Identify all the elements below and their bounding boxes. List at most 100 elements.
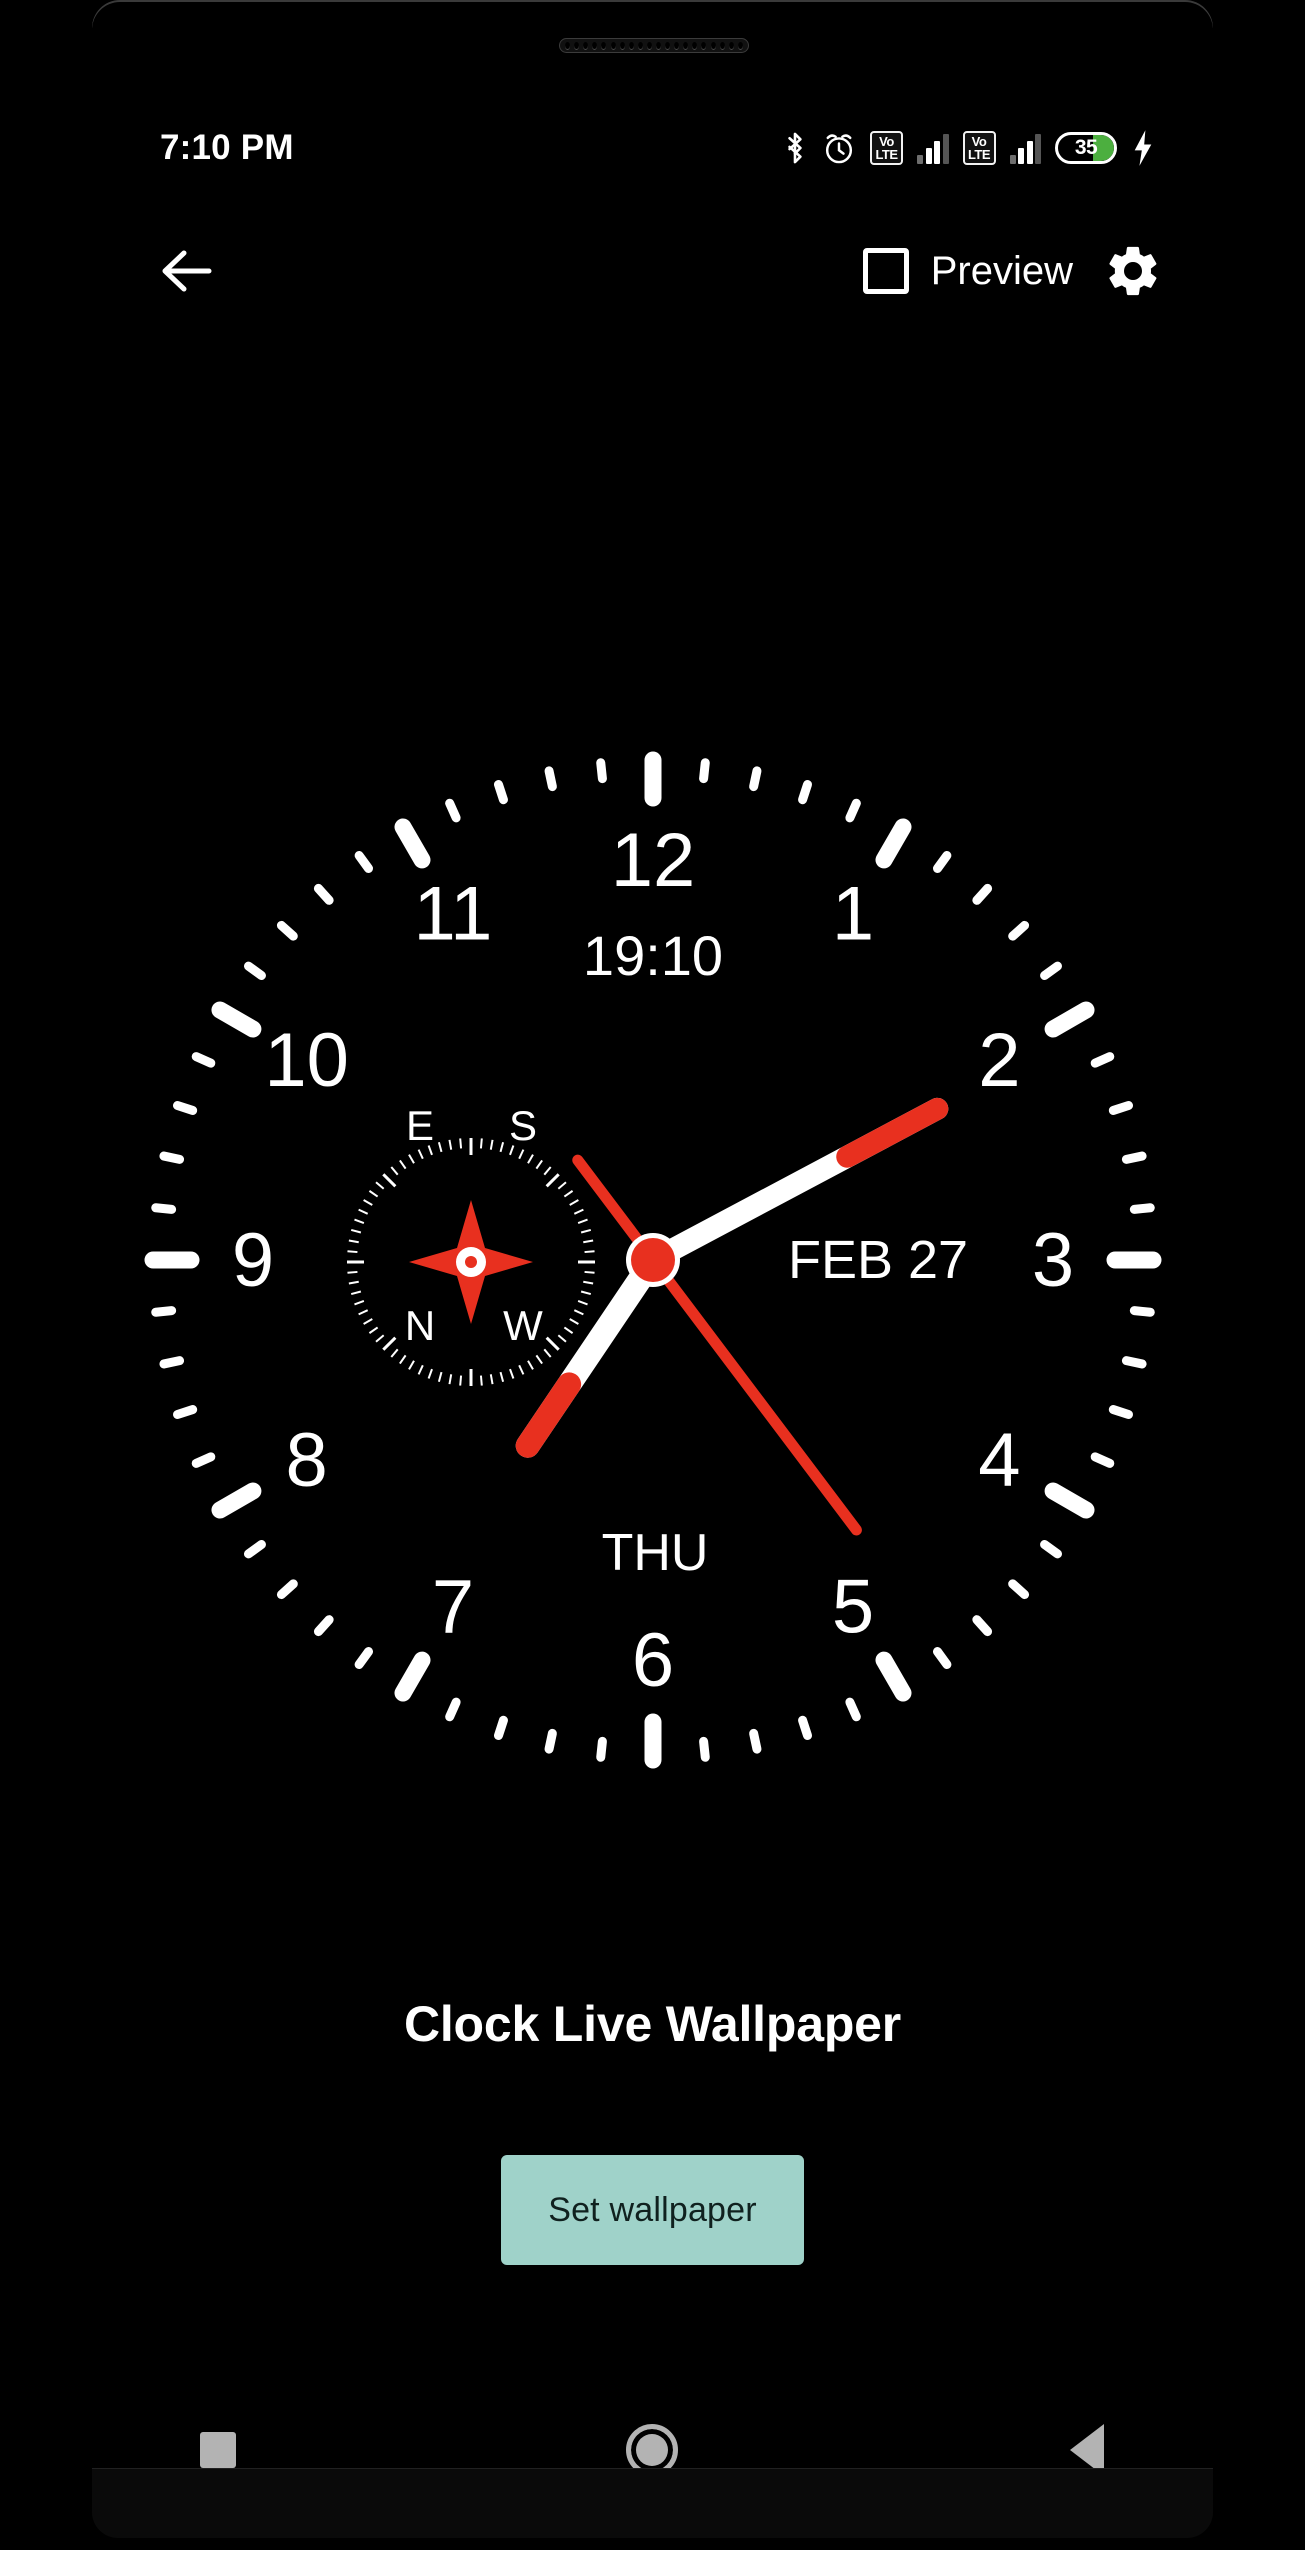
minute-tick [971,883,992,905]
minute-tick [1129,1203,1155,1214]
hour-numeral: 11 [413,872,492,957]
square-recents-icon [199,2432,236,2468]
compass-tick [417,1149,424,1160]
page-title: Clock Live Wallpaper [403,1996,902,2052]
minute-tick [1108,1405,1133,1420]
minute-tick [844,1697,861,1722]
compass-tick [362,1318,373,1325]
minute-tick [493,779,508,805]
hour-numeral: 6 [631,1618,673,1703]
device-top-bezel [92,0,1213,28]
compass-tick [353,1300,364,1306]
volte-icon-sim2: Vo LTE [962,131,996,165]
center-hub [630,1238,675,1282]
compass-tick [398,1159,406,1170]
device-bottom-bezel [92,2468,1213,2538]
minute-tick [191,1052,215,1068]
hour-tick [1044,1482,1095,1519]
phone-frame: 7:10 PM Vo LTE Vo LTE 35 Preview 12 1 2 … [0,0,1305,2550]
compass-tick [381,1336,396,1351]
compass-tick [390,1348,398,1358]
compass-tick [580,1228,591,1234]
arrow-left-icon [162,250,212,292]
preview-checkbox[interactable] [862,248,909,294]
compass-subdial: E S N W [346,1102,595,1386]
gear-icon [1109,246,1157,296]
compass-tick [437,1141,442,1153]
compass-tick [458,1375,462,1386]
compass-tick [350,1228,361,1234]
settings-button[interactable] [1101,239,1165,303]
back-button[interactable] [150,234,224,308]
compass-tick [417,1364,424,1375]
hour-numeral: 8 [285,1418,327,1503]
compass-tick [407,1360,415,1370]
action-bar-right-group: Preview [862,239,1165,303]
set-wallpaper-button[interactable]: Set wallpaper [501,2155,804,2265]
minute-tick [932,850,951,873]
minute-tick [698,758,710,784]
compass-tick [374,1334,384,1343]
compass-tick [573,1208,584,1215]
hour-tick [875,818,911,869]
compass-tick [526,1360,534,1370]
compass-tick [427,1368,433,1379]
hour-numeral: 5 [831,1564,873,1649]
compass-tick [563,1326,573,1334]
hour-numeral: 2 [978,1018,1020,1103]
compass-tick [357,1208,368,1215]
hour-numeral: 1 [831,872,873,957]
minute-tick [1090,1052,1114,1068]
minute-tick [276,1579,298,1600]
nav-recents-button[interactable] [0,2432,435,2468]
minute-tick [313,1615,334,1637]
minute-tick [444,798,461,823]
date-label: FEB 27 [787,1230,967,1290]
minute-tick [698,1736,710,1762]
compass-tick [346,1250,358,1254]
minute-tick [354,850,373,873]
compass-tick [437,1371,442,1383]
minute-tick [544,766,557,792]
compass-tick [489,1374,494,1385]
minute-tick [243,961,266,981]
volte-bottom-label: LTE [967,147,991,162]
compass-tick [577,1218,588,1224]
hour-tick [394,818,430,869]
compass-tick [535,1354,543,1365]
status-bar: 7:10 PM Vo LTE Vo LTE 35 [0,118,1305,178]
status-bar-clock: 7:10 PM [160,128,294,167]
minute-tick [276,920,298,941]
clock-face-preview: 12 1 2 3 4 5 6 7 8 9 10 11 19:10 FEB 27 THU E S N W [0,730,1305,1790]
compass-tick [458,1138,462,1149]
compass-tick [348,1280,359,1285]
hour-tick [394,1651,430,1702]
status-bar-icons: Vo LTE Vo LTE 35 [782,129,1155,167]
compass-tick [583,1270,595,1274]
minute-tick [844,798,861,823]
minute-tick [444,1697,461,1722]
compass-tick [543,1348,551,1358]
minute-tick [158,1151,184,1164]
preview-toggle[interactable]: Preview [862,248,1073,294]
minute-tick [1039,961,1062,981]
charging-bolt-icon [1131,129,1155,167]
preview-label: Preview [930,248,1073,293]
minute-tick [544,1728,557,1754]
action-bar: Preview [0,225,1305,317]
compass-tick [568,1318,579,1325]
compass-tick [543,1166,551,1176]
compass-tick [479,1138,483,1149]
minute-tick [158,1356,184,1369]
minute-tick [354,1647,373,1670]
minute-tick [493,1715,508,1741]
signal-bars-icon-sim2 [1009,132,1041,164]
hour-numeral: 9 [231,1218,273,1303]
minute-tick [595,758,607,784]
compass-tick [568,1199,579,1206]
compass-tick [526,1154,534,1164]
minute-tick [1007,920,1029,941]
minute-tick [797,1715,812,1741]
minute-tick [150,1306,176,1317]
compass-tick [398,1354,406,1365]
